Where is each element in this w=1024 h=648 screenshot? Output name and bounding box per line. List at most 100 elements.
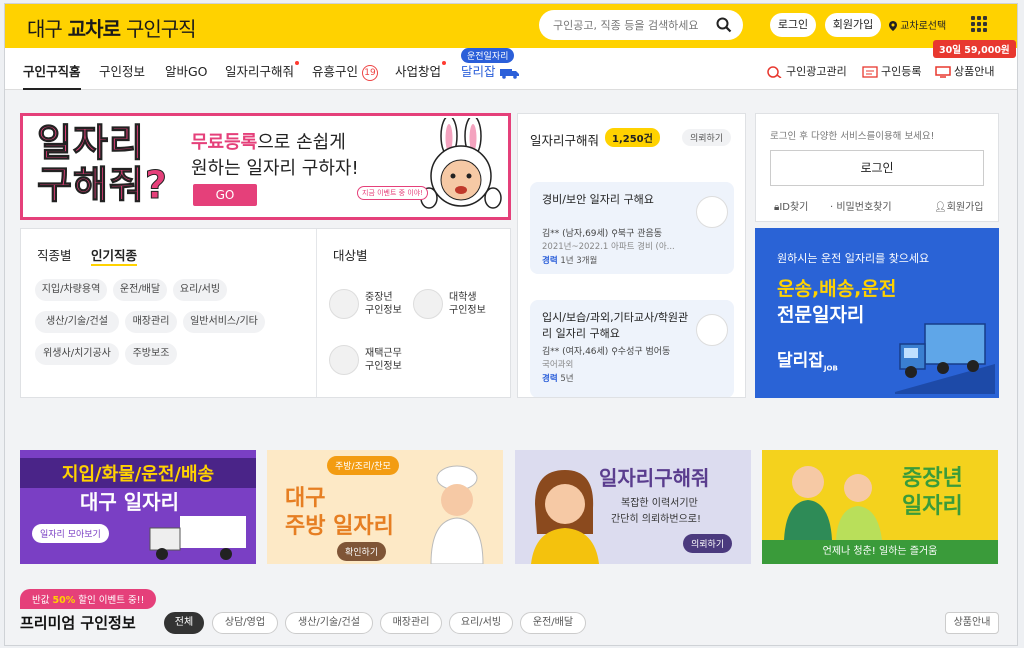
new-dot-icon <box>295 61 300 65</box>
login-box-button[interactable]: 로그인 <box>770 150 984 186</box>
ad-manage-label: 구인광고관리 <box>786 65 847 78</box>
login-button[interactable]: 로그인 <box>770 13 816 37</box>
category-card: 직종별 인기직종 지입/차량용역 운전/배달 요리/서빙 생산/기술/건설 매장… <box>20 228 511 398</box>
promo-freight-jobs[interactable]: 지입/화물/운전/배송 대구 일자리 일자리 모아보기 <box>20 450 256 564</box>
target-title: 대상별 <box>333 248 368 263</box>
request-item[interactable]: 경비/보안 일자리 구해요 김** (남자,69세) ⚲북구 관음동 2021년… <box>530 182 734 274</box>
find-id-link[interactable]: 🔒︎ID찾기 <box>774 198 808 213</box>
middle-aged-avatar-icon <box>329 289 359 319</box>
senior-couple-illustration <box>784 466 882 540</box>
tab-by-job[interactable]: 직종별 <box>37 245 72 264</box>
target-middle-aged[interactable]: 중장년 구인정보 <box>329 289 409 321</box>
driving-job-ad[interactable]: 원하시는 운전 일자리를 찾으세요 운송,배송,운전 전문일자리 달리잡JOB <box>755 228 999 398</box>
nav-job-request[interactable]: 일자리구해줘 <box>225 61 300 80</box>
truck-illustration <box>895 323 995 394</box>
location-label: 교차로선택 <box>900 21 947 32</box>
filter-chip[interactable]: 매장관리 <box>380 612 442 634</box>
product-info-link[interactable]: 상품안내 <box>935 63 994 79</box>
target-line1: 대학생 <box>449 292 477 303</box>
promo1-button[interactable]: 일자리 모아보기 <box>32 524 109 543</box>
job-request-card: 일자리구해줘 1,250건 의뢰하기 경비/보안 일자리 구해요 김** (남자… <box>517 113 746 398</box>
signup-link-label: 회원가입 <box>946 202 984 213</box>
bunny-character-illustration <box>420 118 502 209</box>
tab-popular-jobs[interactable]: 인기직종 <box>91 245 138 266</box>
promo1-title1: 지입/화물/운전/배송 <box>20 458 256 488</box>
remote-worker-avatar-icon <box>329 345 359 375</box>
filter-chip[interactable]: 상담/영업 <box>212 612 278 634</box>
request-item-area: 북구 관음동 <box>617 229 663 239</box>
target-remote-work[interactable]: 재택근무 구인정보 <box>329 345 419 377</box>
female-avatar-icon <box>696 314 728 346</box>
search-box <box>539 10 743 40</box>
chip-category[interactable]: 운전/배달 <box>113 279 167 301</box>
login-card: 로그인 후 다양한 서비스를이용해 보세요! 로그인 🔒︎ID찾기 · 비밀번호… <box>755 113 999 222</box>
new-dot-icon <box>442 61 447 65</box>
site-logo[interactable]: 대구 교차로 구인구직 <box>27 13 197 42</box>
search-input[interactable] <box>553 16 713 34</box>
nav-startup[interactable]: 사업창업 <box>395 61 447 80</box>
logo-prefix: 대구 <box>27 17 63 41</box>
login-hint: 로그인 후 다양한 서비스를이용해 보세요! <box>770 131 935 142</box>
promo2-button[interactable]: 확인하기 <box>337 542 387 561</box>
ad-manage-link[interactable]: 구인광고관리 <box>767 63 847 79</box>
promo2-title2: 주방 일자리 <box>285 514 394 539</box>
filter-all[interactable]: 전체 <box>164 612 204 634</box>
signup-button[interactable]: 회원가입 <box>825 13 881 37</box>
nav-job-request-label: 일자리구해줘 <box>225 64 295 79</box>
truck-ad-line2: 운송,배송,운전 <box>777 278 897 300</box>
request-item[interactable]: 입시/보습/과외,기타교사/학원관리 일자리 구해요 김** (여자,46세) … <box>530 300 734 397</box>
promo3-button[interactable]: 의뢰하기 <box>683 534 733 553</box>
chip-category[interactable]: 생산/기술/건설 <box>35 311 119 333</box>
chip-category[interactable]: 매장관리 <box>125 311 177 333</box>
signup-link[interactable]: 👤︎회원가입 <box>934 198 984 213</box>
nav-home[interactable]: 구인구직홈 <box>23 61 81 80</box>
filter-chip[interactable]: 운전/배달 <box>520 612 586 634</box>
nav-albago[interactable]: 알바GO <box>165 61 208 80</box>
thinking-woman-illustration <box>531 470 599 564</box>
job-request-title: 일자리구해줘 <box>530 133 600 148</box>
promo-senior-jobs[interactable]: 중장년 일자리 언제나 청춘! 일하는 즐거움 <box>762 450 998 564</box>
nav-entertainment[interactable]: 유흥구인 19 <box>312 61 378 81</box>
event-suffix: 할인 이벤트 중!! <box>78 595 145 606</box>
product-info-button[interactable]: 상품안내 <box>945 612 999 634</box>
promo3-title: 일자리구해줘 <box>599 466 710 490</box>
promo-job-request[interactable]: 일자리구해줘 복잡한 이력서기만 간단히 의뢰하번으로! 의뢰하기 <box>515 450 751 564</box>
job-magnifier-icon <box>767 66 782 78</box>
request-item-title: 입시/보습/과외,기타교사/학원관리 일자리 구해요 <box>542 311 689 340</box>
search-icon[interactable] <box>715 16 733 34</box>
target-university[interactable]: 대학생 구인정보 <box>413 289 503 321</box>
target-line1: 재택근무 <box>365 348 402 359</box>
product-info-label: 상품안내 <box>954 65 995 78</box>
delivery-truck-illustration <box>149 516 246 560</box>
chip-category[interactable]: 주방보조 <box>125 343 177 365</box>
location-select[interactable]: 교차로선택 <box>889 17 946 32</box>
adult-19-badge: 19 <box>362 64 378 81</box>
promo-kitchen-jobs[interactable]: 주방/조리/찬모 대구 주방 일자리 확인하기 <box>267 450 503 564</box>
truck-icon <box>499 68 519 79</box>
banner-speech-bubble: 지금 이벤트 중 이야! <box>357 186 429 200</box>
request-button[interactable]: 의뢰하기 <box>682 129 732 146</box>
request-item-who: 김** (남자,69세) <box>542 229 609 239</box>
chip-category[interactable]: 요리/서빙 <box>173 279 227 301</box>
all-menu-grid-icon[interactable] <box>971 16 987 32</box>
chip-category[interactable]: 일반서비스/기타 <box>183 311 265 333</box>
truck-ad-brand: 달리잡JOB <box>777 346 838 372</box>
price-promo-badge: 30일 59,000원 <box>933 40 1016 58</box>
promo3-sub2: 간단히 의뢰하번으로! <box>611 514 701 525</box>
truck-ad-brand-name: 달리잡 <box>777 351 824 371</box>
active-tab-underline <box>23 88 81 90</box>
filter-chip[interactable]: 생산/기술/건설 <box>285 612 373 634</box>
filter-chip[interactable]: 요리/서빙 <box>449 612 513 634</box>
chip-category[interactable]: 지입/차량용역 <box>35 279 107 301</box>
nav-job-info[interactable]: 구인정보 <box>99 61 145 80</box>
find-password-label: 비밀번호찾기 <box>836 202 892 213</box>
promo4-sub: 언제나 청춘! 일하는 즐거움 <box>762 540 998 564</box>
nav-daliijob[interactable]: 달리잡 <box>461 61 520 80</box>
job-request-banner[interactable]: 일자리 구해줘? 무료등록으로 손쉽게 원하는 일자리 구하자! GO 지금 이… <box>20 113 511 220</box>
banner-highlight: 무료등록 <box>191 132 258 153</box>
chip-category[interactable]: 위생사/치기공사 <box>35 343 119 365</box>
find-password-link[interactable]: · 비밀번호찾기 <box>830 198 892 213</box>
nav-daliijob-label: 달리잡 <box>461 64 496 79</box>
banner-go-button[interactable]: GO <box>193 184 257 206</box>
job-register-link[interactable]: 구인등록 <box>862 63 921 79</box>
